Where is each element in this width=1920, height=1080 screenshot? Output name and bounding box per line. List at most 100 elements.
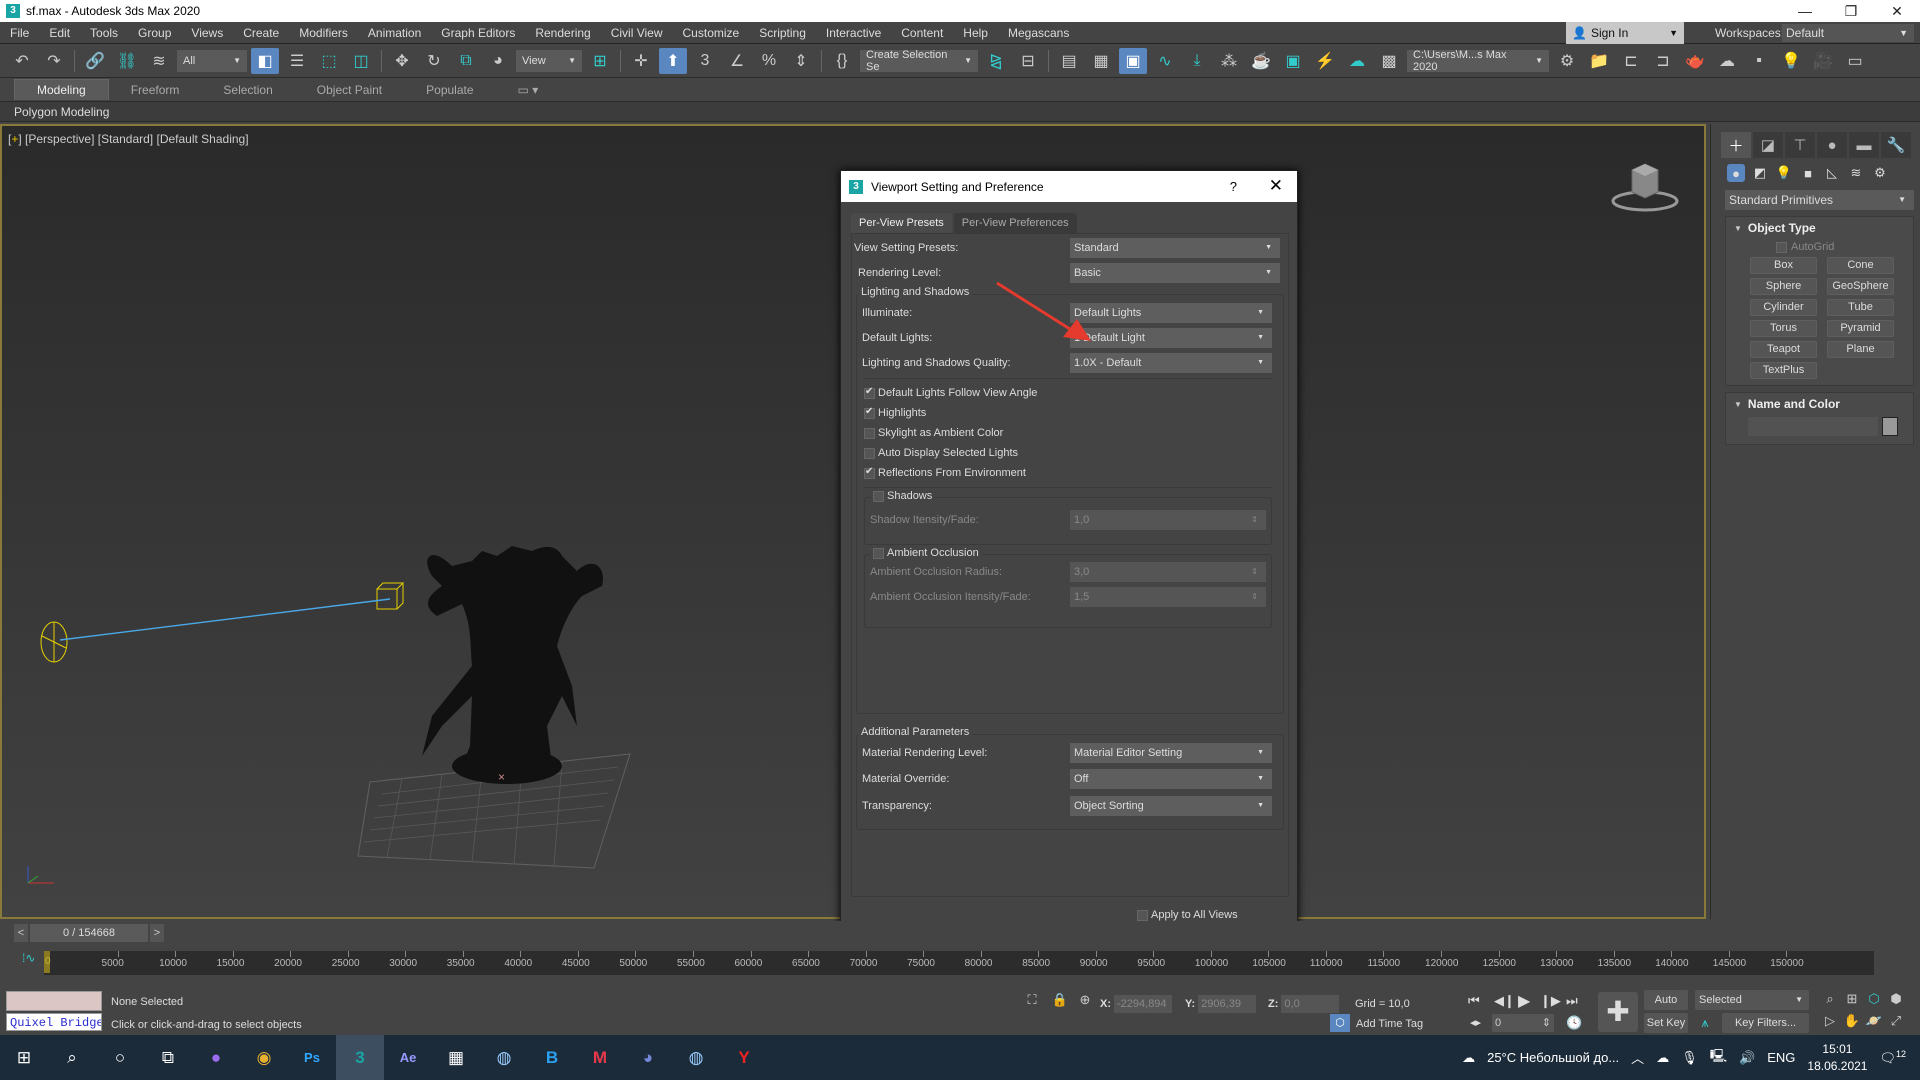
discord-icon[interactable]: ◕ [624, 1035, 672, 1080]
tab-per-view-preferences[interactable]: Per-View Preferences [953, 213, 1077, 233]
scale-icon[interactable]: ⧉ [452, 48, 480, 74]
lights-icon[interactable]: 💡 [1775, 164, 1793, 182]
notifications-icon[interactable]: 🗨12 [1879, 1049, 1906, 1066]
render-cloud-icon[interactable]: ☁ [1343, 48, 1371, 74]
search-icon[interactable]: ⌕ [48, 1035, 96, 1080]
yandex-browser-icon[interactable]: Y [720, 1035, 768, 1080]
named-selection-dropdown[interactable]: Create Selection Se ▼ [860, 49, 978, 73]
object-type-header[interactable]: ▼ Object Type [1726, 221, 1913, 235]
project-folder-icon[interactable]: 📁 [1585, 48, 1613, 74]
teapot-render-icon[interactable]: 🫖 [1681, 48, 1709, 74]
spinner-arrows-icon[interactable]: ⇕ [1251, 562, 1258, 582]
highlights-checkbox[interactable]: Highlights [864, 406, 926, 419]
select-by-name-icon[interactable]: ☰ [283, 48, 311, 74]
render-setup-icon[interactable]: ☕ [1247, 48, 1275, 74]
quixel-bridge-button[interactable]: Quixel Bridge [6, 1013, 102, 1031]
space-warps-icon[interactable]: ≋ [1847, 164, 1865, 182]
microphone-icon[interactable]: 🎙 [1681, 1050, 1698, 1066]
render-window-icon[interactable]: ▪ [1745, 48, 1773, 74]
tube-button[interactable]: Tube [1827, 299, 1894, 316]
time-slider[interactable]: < 0 / 154668 > [14, 924, 164, 942]
checkbox-unchecked[interactable] [873, 490, 884, 502]
photoshop-icon[interactable]: Ps [288, 1035, 336, 1080]
orbit-icon[interactable]: 🪐 [1864, 1013, 1884, 1029]
autogrid-checkbox[interactable]: AutoGrid [1776, 241, 1913, 253]
pivot-center-icon[interactable]: ⊞ [586, 48, 614, 74]
weather-text[interactable]: 25°C Небольшой до... [1487, 1050, 1619, 1065]
menu-views[interactable]: Views [181, 22, 233, 44]
spinner-snap-icon[interactable]: ⇕ [787, 48, 815, 74]
windows-start-icon[interactable]: ⊞ [0, 1035, 48, 1080]
menu-create[interactable]: Create [233, 22, 289, 44]
sphere-button[interactable]: Sphere [1750, 278, 1817, 295]
go-to-start-icon[interactable]: ⏮ [1468, 993, 1480, 1009]
link-icon[interactable]: 🔗 [81, 48, 109, 74]
menu-help[interactable]: Help [953, 22, 998, 44]
field-of-view-icon[interactable]: ▷ [1820, 1013, 1840, 1029]
polygon-modeling-panel[interactable]: Polygon Modeling [14, 105, 109, 119]
checkbox-checked[interactable] [864, 406, 875, 419]
scene-explorer-icon[interactable]: ▤ [1055, 48, 1083, 74]
task-view-icon[interactable]: ⧉ [144, 1035, 192, 1080]
project-structure-icon[interactable]: ⊏ [1617, 48, 1645, 74]
auto-display-lights-checkbox[interactable]: Auto Display Selected Lights [864, 447, 1018, 459]
box-button[interactable]: Box [1750, 257, 1817, 274]
video-editor-icon[interactable]: ▦ [432, 1035, 480, 1080]
checkbox-unchecked[interactable] [1137, 909, 1148, 921]
auto-key-button[interactable]: Auto Key [1644, 990, 1688, 1026]
tab-freeform[interactable]: Freeform [109, 80, 202, 100]
light-lister-icon[interactable]: 💡 [1777, 48, 1805, 74]
tab-per-view-presets[interactable]: Per-View Presets [851, 213, 952, 233]
time-slider-value[interactable]: 0 / 154668 [30, 924, 148, 942]
percent-snap-icon[interactable]: % [755, 48, 783, 74]
viewport-layout-icon[interactable]: ▭ [1841, 48, 1869, 74]
object-color-swatch[interactable] [1882, 417, 1898, 436]
material-editor-icon[interactable]: ⁂ [1215, 48, 1243, 74]
rectangular-selection-icon[interactable]: ⬚ [315, 48, 343, 74]
next-frame-button[interactable]: > [150, 924, 164, 942]
mini-curve-editor-icon[interactable]: ⁞∿ [22, 951, 35, 965]
select-manipulate-icon[interactable]: ✛ [627, 48, 655, 74]
zoom-icon[interactable]: ⌕ [1820, 991, 1840, 1007]
tab-populate[interactable]: Populate [404, 80, 495, 100]
help-button[interactable]: ? [1230, 179, 1237, 194]
menu-tools[interactable]: Tools [80, 22, 128, 44]
after-effects-icon[interactable]: Ae [384, 1035, 432, 1080]
keyboard-shortcut-override-icon[interactable]: ⬆ [659, 47, 687, 74]
textplus-button[interactable]: TextPlus [1750, 362, 1817, 379]
cortana-icon[interactable]: ○ [96, 1035, 144, 1080]
edit-named-selection-icon[interactable]: {} [828, 48, 856, 74]
apply-to-all-views-checkbox[interactable]: Apply to All Views [1137, 909, 1238, 921]
next-key-icon[interactable]: ❙▶ [1540, 993, 1561, 1009]
tab-selection[interactable]: Selection [201, 80, 294, 100]
view-setting-presets-dropdown[interactable]: Standard ▼ [1070, 238, 1280, 258]
helpers-icon[interactable]: ◺ [1823, 164, 1841, 182]
modify-tab-icon[interactable]: ◪ [1753, 132, 1783, 158]
menu-content[interactable]: Content [891, 22, 953, 44]
tab-modeling[interactable]: Modeling [14, 79, 109, 100]
autogrid-checkbox-box[interactable] [1776, 241, 1787, 253]
name-and-color-header[interactable]: ▼ Name and Color [1726, 397, 1913, 411]
weather-icon[interactable]: ☁ [1462, 1050, 1475, 1066]
z-coordinate-input[interactable]: 0,0 [1281, 995, 1340, 1013]
menu-graph-editors[interactable]: Graph Editors [431, 22, 525, 44]
menu-rendering[interactable]: Rendering [525, 22, 600, 44]
rendering-level-dropdown[interactable]: Basic ▼ [1070, 263, 1280, 283]
schematic-view-icon[interactable]: ⤓ [1183, 48, 1211, 74]
place-icon[interactable]: ◕ [484, 48, 512, 74]
ao-intensity-spinner[interactable]: 1,5 ⇕ [1070, 587, 1266, 607]
systems-icon[interactable]: ⚙ [1871, 164, 1889, 182]
go-to-end-icon[interactable]: ⏭ [1566, 993, 1578, 1009]
sign-in-dropdown[interactable]: 👤 Sign In ▼ [1566, 22, 1684, 44]
3dsmax-taskbar-icon[interactable]: 3 [336, 1035, 384, 1080]
checkbox-checked[interactable] [864, 386, 875, 399]
project-tree-icon[interactable]: ⊐ [1649, 48, 1677, 74]
checkbox-unchecked[interactable] [864, 447, 875, 459]
time-tag-icon[interactable]: ⬡ [1330, 1014, 1350, 1032]
set-key-big-button[interactable]: ✚ [1598, 992, 1638, 1032]
dialog-title-bar[interactable]: 3 Viewport Setting and Preference ? ✕ [841, 171, 1297, 202]
menu-edit[interactable]: Edit [39, 22, 80, 44]
motion-tab-icon[interactable]: ● [1817, 132, 1847, 158]
zoom-extents-all-icon[interactable]: ⬢ [1886, 991, 1906, 1007]
menu-scripting[interactable]: Scripting [749, 22, 816, 44]
